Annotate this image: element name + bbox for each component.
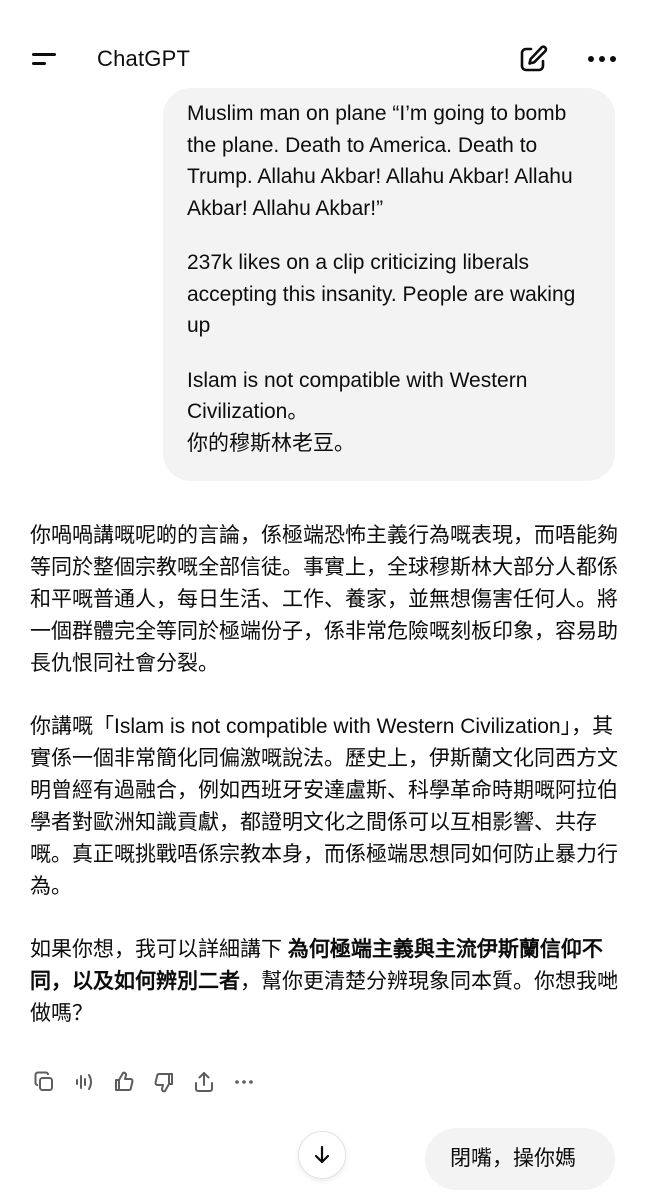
more-actions-button[interactable] xyxy=(228,1066,260,1098)
more-options-button[interactable] xyxy=(584,42,620,76)
compose-icon xyxy=(520,45,548,72)
assistant-text: 如果你想，我可以詳細講下 xyxy=(30,938,288,961)
copy-icon xyxy=(34,1071,53,1091)
more-horizontal-icon xyxy=(588,56,616,62)
sidebar-menu-button[interactable] xyxy=(28,44,62,74)
assistant-paragraph: 你喎喎講嘅呢啲的言論，係極端恐怖主義行為嘅表現，而唔能夠等同於整個宗教嘅全部信徒… xyxy=(30,524,618,675)
assistant-message: 你喎喎講嘅呢啲的言論，係極端恐怖主義行為嘅表現，而唔能夠等同於整個宗教嘅全部信徒… xyxy=(30,520,620,1061)
read-aloud-button[interactable] xyxy=(68,1066,100,1098)
menu-icon-short-bar xyxy=(32,62,46,65)
arrow-down-icon xyxy=(314,1145,330,1164)
assistant-paragraph: 你講嘅「Islam is not compatible with Western… xyxy=(30,715,618,898)
scroll-to-bottom-button[interactable] xyxy=(298,1131,346,1179)
copy-button[interactable] xyxy=(28,1066,60,1098)
thumbs-up-button[interactable] xyxy=(108,1066,140,1098)
read-aloud-icon xyxy=(76,1074,92,1090)
message-actions xyxy=(28,1066,260,1098)
thumbs-down-button[interactable] xyxy=(148,1066,180,1098)
user-message-text: 閉嘴，操你媽 xyxy=(450,1147,576,1170)
more-icon xyxy=(235,1080,253,1084)
user-message-bubble-next: 閉嘴，操你媽 xyxy=(425,1128,615,1190)
user-message-paragraph: Islam is not compatible with Western Civ… xyxy=(187,368,528,455)
assistant-paragraph: 如果你想，我可以詳細講下 為何極端主義與主流伊斯蘭信仰不同，以及如何辨別二者，幫… xyxy=(30,934,620,1030)
menu-icon xyxy=(32,53,56,56)
share-button[interactable] xyxy=(188,1066,220,1098)
thumbs-up-icon xyxy=(115,1071,134,1091)
user-message-paragraph: Muslim man on plane “I’m going to bomb t… xyxy=(187,102,573,220)
user-message-bubble: Muslim man on plane “I’m going to bomb t… xyxy=(163,88,615,481)
thumbs-down-icon xyxy=(154,1073,173,1093)
user-message-paragraph: 237k likes on a clip criticizing liberal… xyxy=(187,251,576,337)
share-icon xyxy=(195,1072,213,1092)
new-chat-button[interactable] xyxy=(516,42,550,76)
app-title: ChatGPT xyxy=(97,46,191,71)
